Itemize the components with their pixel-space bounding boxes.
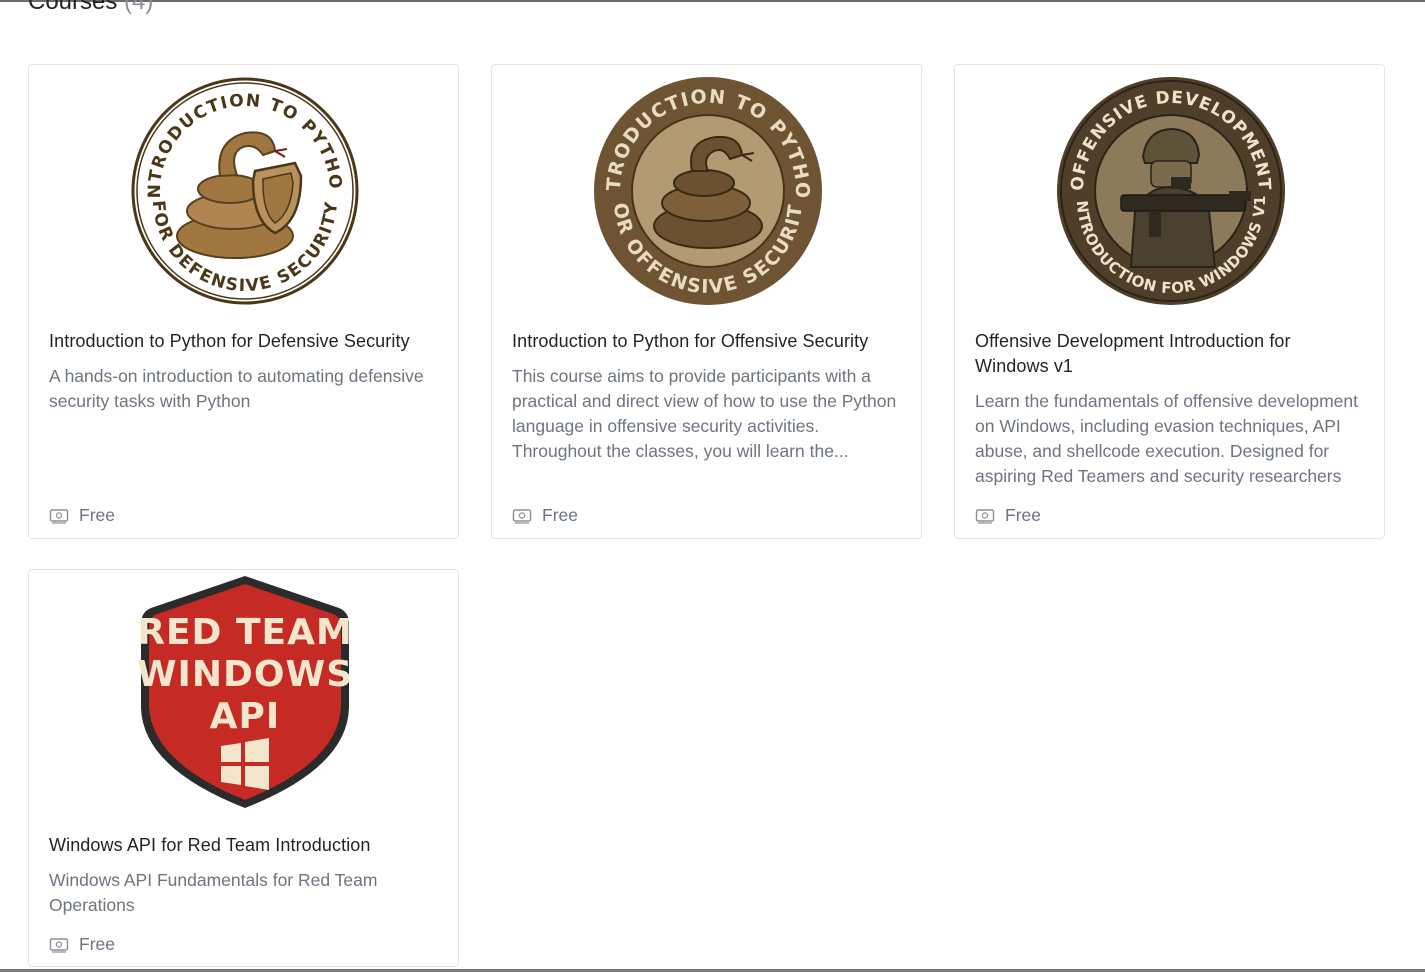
- ticket-icon: [49, 508, 69, 524]
- course-price: Free: [512, 505, 578, 526]
- course-title[interactable]: Introduction to Python for Defensive Sec…: [49, 329, 438, 354]
- ticket-icon: [49, 937, 69, 953]
- course-description: Windows API Fundamentals for Red Team Op…: [49, 870, 378, 915]
- red-team-windows-api-shield: RED TEAM WINDOWS API: [136, 576, 353, 808]
- ticket-icon: [975, 508, 995, 524]
- course-card[interactable]: INTRODUCTION TO PYTHON FOR DEFENSIVE SEC…: [28, 64, 459, 539]
- course-card[interactable]: OFFENSIVE DEVELOPMENT INTRODUCTION FOR W…: [954, 64, 1385, 539]
- course-card[interactable]: INTRODUCTION TO PYTHON FOR OFFENSIVE SEC…: [491, 64, 922, 539]
- course-title[interactable]: Windows API for Red Team Introduction: [49, 833, 438, 858]
- badge-line-3: API: [209, 696, 280, 737]
- course-title[interactable]: Offensive Development Introduction for W…: [975, 329, 1364, 379]
- price-label: Free: [1005, 505, 1041, 525]
- badge-line-1: RED TEAM: [137, 612, 353, 653]
- course-price: Free: [975, 505, 1041, 526]
- course-price: Free: [49, 934, 115, 955]
- top-divider: [0, 0, 1425, 2]
- python-snake-coil-emblem: INTRODUCTION TO PYTHON FOR OFFENSIVE SEC…: [588, 71, 822, 305]
- course-badge-image: OFFENSIVE DEVELOPMENT INTRODUCTION FOR W…: [955, 71, 1386, 311]
- price-label: Free: [542, 505, 578, 525]
- course-card[interactable]: RED TEAM WINDOWS API Windows API for Red…: [28, 569, 459, 967]
- badge-line-2: WINDOWS: [136, 654, 352, 695]
- section-title: Courses (4): [28, 0, 153, 16]
- course-count: (4): [124, 0, 154, 15]
- soldier-emblem: OFFENSIVE DEVELOPMENT INTRODUCTION FOR W…: [1051, 71, 1285, 305]
- price-label: Free: [79, 505, 115, 525]
- section-title-text: Courses: [28, 0, 118, 15]
- course-description: This course aims to provide participants…: [512, 366, 897, 461]
- course-price: Free: [49, 505, 115, 526]
- python-snake-shield-emblem: INTRODUCTION TO PYTHON FOR DEFENSIVE SEC…: [125, 71, 358, 305]
- course-description: A hands-on introduction to automating de…: [49, 366, 424, 411]
- course-badge-image: RED TEAM WINDOWS API: [29, 572, 460, 812]
- course-badge-image: INTRODUCTION TO PYTHON FOR OFFENSIVE SEC…: [492, 71, 923, 311]
- ticket-icon: [512, 508, 532, 524]
- price-label: Free: [79, 934, 115, 954]
- course-description: Learn the fundamentals of offensive deve…: [975, 391, 1358, 486]
- course-title[interactable]: Introduction to Python for Offensive Sec…: [512, 329, 901, 354]
- course-badge-image: INTRODUCTION TO PYTHON FOR DEFENSIVE SEC…: [29, 71, 460, 311]
